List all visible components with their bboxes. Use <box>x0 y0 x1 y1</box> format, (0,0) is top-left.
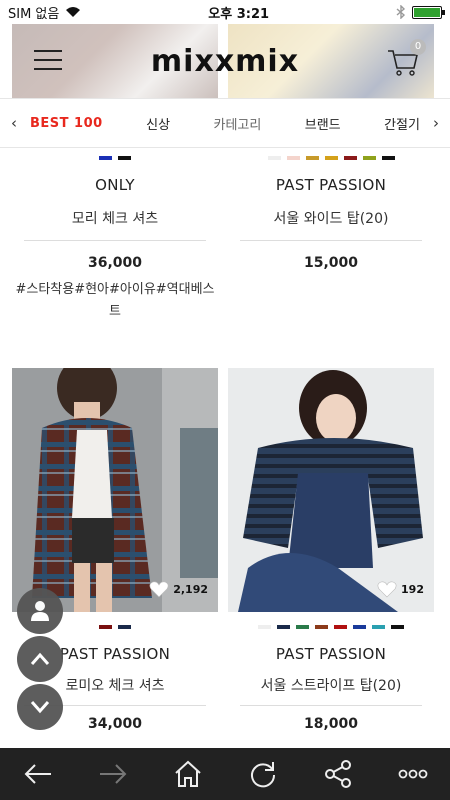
carrier-text: SIM 없음 <box>8 6 60 22</box>
more-icon <box>398 769 427 779</box>
tab-category[interactable]: 카테고리 <box>213 114 261 133</box>
color-swatch <box>343 156 357 160</box>
nav-next-arrow-icon[interactable]: › <box>422 114 450 132</box>
scroll-down-button[interactable] <box>17 684 63 730</box>
heart-icon <box>149 581 169 598</box>
user-icon <box>31 601 49 621</box>
product-photo-plaid <box>12 368 218 612</box>
profile-button[interactable] <box>17 588 63 634</box>
product-name[interactable]: 서울 와이드 탑(20) <box>228 208 434 228</box>
back-button[interactable] <box>14 754 62 794</box>
tab-season[interactable]: 간절기 <box>384 114 420 133</box>
product-price: 18,000 <box>303 716 359 732</box>
color-swatch <box>99 625 112 629</box>
color-swatches <box>228 625 434 631</box>
color-swatch <box>391 625 404 629</box>
color-swatch <box>324 156 338 160</box>
refresh-button[interactable] <box>239 754 287 794</box>
arrow-left-icon <box>24 764 51 784</box>
product-card[interactable]: ONLY 모리 체크 셔츠 36,000 #스타착용#현아#아이유#역대베스트 <box>12 156 218 323</box>
color-swatch <box>99 156 112 160</box>
clock-text: 오후 3:21 <box>208 6 270 22</box>
status-bar: SIM 없음 오후 3:21 <box>0 0 450 24</box>
color-swatch <box>267 156 281 160</box>
color-swatch <box>296 625 309 629</box>
battery-icon <box>411 5 445 19</box>
product-name[interactable]: 모리 체크 셔츠 <box>12 208 218 228</box>
color-swatch <box>118 156 131 160</box>
scroll-up-button[interactable] <box>17 636 63 682</box>
color-swatches <box>228 156 434 162</box>
browser-toolbar <box>0 748 450 800</box>
product-price: 36,000 <box>87 255 143 271</box>
share-icon <box>324 760 351 788</box>
bluetooth-icon <box>396 5 406 19</box>
likes-counter[interactable]: 192 <box>377 580 424 598</box>
arrow-right-icon <box>99 764 126 784</box>
category-nav: ‹ BEST 100 신상 카테고리 브랜드 간절기 › <box>0 98 450 148</box>
color-swatch <box>381 156 395 160</box>
product-name[interactable]: 서울 스트라이프 탑(20) <box>228 675 434 695</box>
product-brand: ONLY <box>95 176 135 194</box>
product-brand: PAST PASSION <box>275 176 387 194</box>
header: mixxmix 0 <box>0 24 450 98</box>
color-swatch <box>334 625 347 629</box>
logo[interactable]: mixxmix <box>0 44 450 79</box>
refresh-icon <box>250 762 275 788</box>
likes-count: 192 <box>401 582 424 596</box>
divider <box>240 705 422 706</box>
color-swatch <box>118 625 131 629</box>
chevron-up-icon <box>30 652 50 665</box>
home-icon <box>174 760 201 787</box>
product-card[interactable]: PAST PASSION 서울 와이드 탑(20) 15,000 <box>228 156 434 271</box>
cart-count-badge: 0 <box>410 39 426 55</box>
heart-icon <box>377 581 397 598</box>
color-swatch <box>286 156 300 160</box>
color-swatch <box>362 156 376 160</box>
product-tags: #스타착용#현아#아이유#역대베스트 <box>15 282 215 319</box>
color-swatch <box>353 625 366 629</box>
product-card[interactable]: PAST PASSION 서울 스트라이프 탑(20) 18,000 <box>228 625 434 732</box>
nav-prev-arrow-icon[interactable]: ‹ <box>0 114 28 132</box>
product-price: 15,000 <box>303 255 359 271</box>
color-swatch <box>315 625 328 629</box>
divider <box>240 240 422 241</box>
product-photo-stripe <box>228 368 434 612</box>
share-button[interactable] <box>314 754 362 794</box>
product-image[interactable]: 2,192 <box>12 368 218 612</box>
wifi-icon <box>66 7 81 17</box>
home-button[interactable] <box>164 754 212 794</box>
more-button[interactable] <box>389 754 437 794</box>
product-image[interactable]: 192 <box>228 368 434 612</box>
likes-counter[interactable]: 2,192 <box>149 580 208 598</box>
forward-button[interactable] <box>89 754 137 794</box>
product-brand: PAST PASSION <box>275 645 387 663</box>
color-swatch <box>305 156 319 160</box>
color-swatch <box>258 625 271 629</box>
tab-new[interactable]: 신상 <box>146 114 170 133</box>
tab-brand[interactable]: 브랜드 <box>305 114 341 133</box>
chevron-down-icon <box>30 701 50 714</box>
color-swatch <box>372 625 385 629</box>
likes-count: 2,192 <box>173 582 208 596</box>
tab-best100[interactable]: BEST 100 <box>30 116 103 131</box>
color-swatch <box>277 625 290 629</box>
color-swatches <box>12 156 218 162</box>
divider <box>24 240 206 241</box>
